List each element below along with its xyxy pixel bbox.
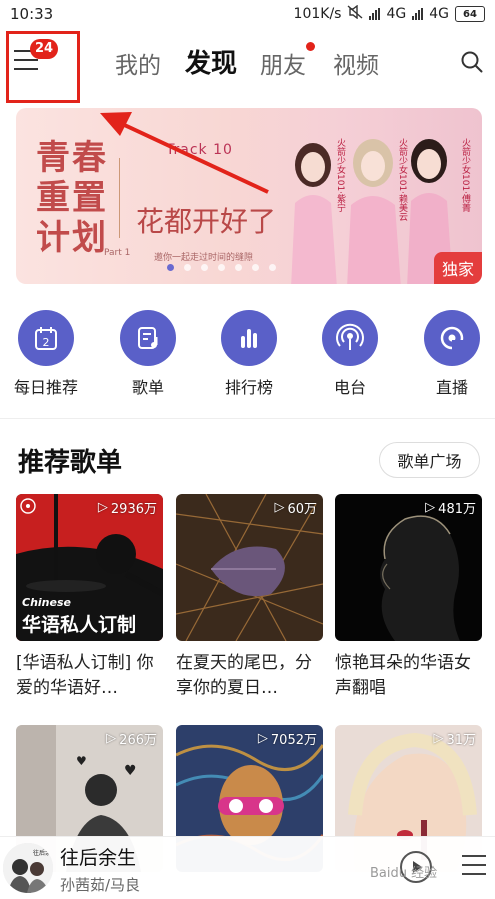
live-button[interactable]: 直播 (412, 310, 492, 398)
tab-discover[interactable]: 发现 (185, 43, 237, 80)
play-count: ▷ 7052万 (257, 731, 317, 748)
play-triangle-icon: ▷ (106, 731, 117, 746)
play-count: ▷ 481万 (425, 500, 476, 517)
play-triangle-icon: ▷ (274, 500, 285, 515)
banner-caption-3: 火箭少女101·傅菁 (460, 138, 470, 213)
tab-mine[interactable]: 我的 (115, 46, 161, 80)
search-icon[interactable] (461, 51, 483, 73)
playlist-card[interactable]: ▷ 60万 在夏天的尾巴，分享你的夏日… (176, 494, 323, 701)
highlight-box (6, 31, 80, 103)
svg-text:2: 2 (43, 336, 50, 349)
banner-title: 青春 重置 计划 (36, 138, 108, 258)
carousel-dot[interactable] (218, 264, 225, 271)
svg-text:♥: ♥ (76, 754, 87, 768)
ranking-button[interactable]: 排行榜 (209, 310, 289, 398)
banner-carousel[interactable]: 青春 重置 计划 Track 10 花都开好了 Part 1 邀你一起走过时间的… (16, 108, 482, 284)
playlist-title: [华语私人订制] 你爱的华语好… (16, 653, 154, 698)
carousel-dot[interactable] (184, 264, 191, 271)
playlist-title: 在夏天的尾巴，分享你的夏日… (176, 653, 312, 698)
playlist-queue-icon[interactable] (462, 855, 486, 881)
now-playing-art: 往后余生 (3, 843, 53, 893)
section-divider (0, 418, 495, 419)
radio-button[interactable]: 电台 (310, 310, 390, 398)
now-playing-title: 往后余生 (60, 847, 137, 869)
playlist-cover: ▷ 60万 (176, 494, 323, 641)
daily-recommend-button[interactable]: 2 每日推荐 (6, 310, 86, 398)
chart-icon (221, 310, 277, 366)
status-bar: 10:33 101K/s 4G 4G 64 (0, 0, 495, 28)
carousel-dot[interactable] (252, 264, 259, 271)
playlist-title: 惊艳耳朵的华语女声翻唱 (335, 653, 471, 698)
status-time: 10:33 (10, 5, 54, 23)
calendar-icon: 2 (18, 310, 74, 366)
exclusive-tag: 独家 (433, 252, 482, 284)
cover-overlay-small: Chinese (22, 596, 71, 609)
mute-icon (347, 4, 363, 23)
watermark: Baidu 经验 (370, 866, 438, 881)
friends-dot-badge (306, 42, 315, 51)
network-type-1: 4G (386, 6, 407, 22)
radio-icon (322, 310, 378, 366)
playlist-card[interactable]: ▷ 481万 惊艳耳朵的华语女声翻唱 (335, 494, 482, 701)
carousel-dots (167, 264, 276, 271)
play-triangle-icon: ▷ (257, 731, 268, 746)
banner-subtitle: 邀你一起走过时间的缝隙 (154, 253, 254, 263)
banner-headline: 花都开好了 (136, 205, 277, 238)
top-nav: 24 我的 发现 朋友 视频 (0, 28, 495, 103)
status-indicators: 101K/s 4G 4G 64 (293, 4, 485, 23)
carousel-dot[interactable] (235, 264, 242, 271)
live-label: 直播 (435, 378, 468, 397)
banner-divider (119, 158, 120, 238)
live-icon (424, 310, 480, 366)
carousel-dot[interactable] (269, 264, 276, 271)
section-title: 推荐歌单 (18, 448, 123, 478)
network-speed: 101K/s (293, 6, 342, 22)
banner-caption-1: 火箭少女101·紫宁 (335, 138, 345, 213)
quick-entry-row: 2 每日推荐 歌单 排行榜 电台 直播 (0, 310, 495, 400)
ranking-label: 排行榜 (224, 378, 273, 397)
playlist-square-button[interactable]: 歌单广场 (379, 442, 480, 478)
daily-recommend-label: 每日推荐 (13, 378, 78, 397)
battery-icon: 64 (455, 6, 485, 22)
banner-track: Track 10 (166, 142, 233, 158)
cover-overlay-big: 华语私人订制 (22, 614, 137, 636)
signal-icon-2 (412, 8, 424, 20)
play-count: ▷ 266万 (106, 731, 157, 748)
play-count: ▷ 31万 (433, 731, 476, 748)
playlist-cover: ▷ 2936万 Chinese 华语私人订制 (16, 494, 163, 641)
tab-friends[interactable]: 朋友 (260, 46, 306, 80)
carousel-dot[interactable] (167, 264, 174, 271)
play-triangle-icon: ▷ (433, 731, 444, 746)
play-triangle-icon: ▷ (425, 500, 436, 515)
svg-text:♥: ♥ (124, 763, 137, 779)
playlist-icon (120, 310, 176, 366)
banner-part: Part 1 (104, 248, 131, 258)
play-count: ▷ 60万 (274, 500, 317, 517)
banner-caption-2: 火箭少女101·赖美云 (397, 138, 407, 222)
carousel-dot[interactable] (201, 264, 208, 271)
playlist-label: 歌单 (131, 378, 164, 397)
now-playing-artist: 孙茜茹/马良 (60, 876, 141, 894)
network-type-2: 4G (429, 6, 449, 22)
playlist-card[interactable]: ▷ 2936万 Chinese 华语私人订制 [华语私人订制] 你爱的华语好… (16, 494, 163, 701)
playlist-button[interactable]: 歌单 (108, 310, 188, 398)
play-triangle-icon: ▷ (97, 500, 108, 515)
play-count: ▷ 2936万 (97, 500, 157, 517)
radio-label: 电台 (333, 378, 366, 397)
svg-text:往后余生: 往后余生 (33, 849, 53, 857)
signal-icon (369, 8, 381, 20)
banner-singers-image (291, 139, 453, 284)
tab-video[interactable]: 视频 (333, 46, 379, 80)
playlist-cover: ▷ 481万 (335, 494, 482, 641)
